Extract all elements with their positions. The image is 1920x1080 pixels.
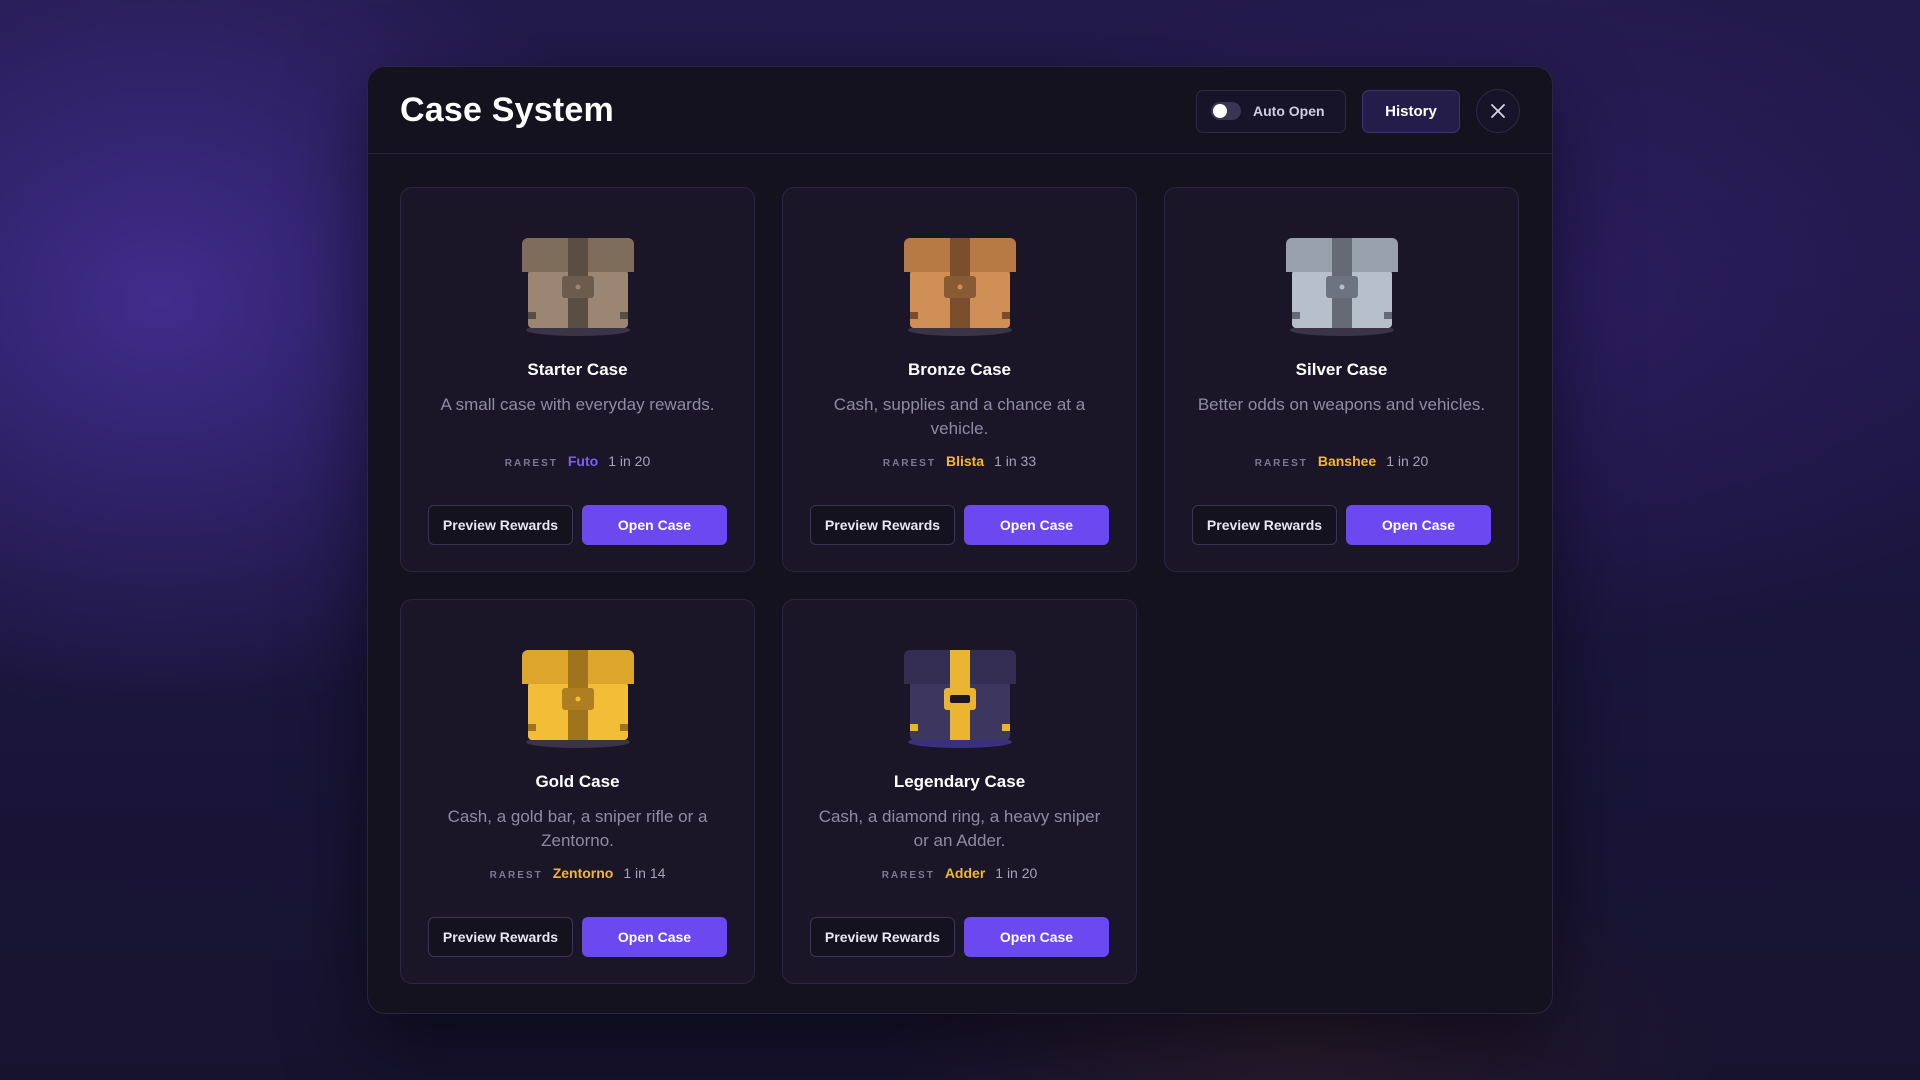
rarest-odds: 1 in 20	[995, 865, 1038, 881]
starter-chest-icon	[521, 238, 634, 336]
rarest-item: Banshee	[1317, 453, 1377, 469]
close-icon	[1491, 104, 1505, 118]
rarest-row: RAREST Zentorno 1 in 14	[490, 865, 666, 881]
auto-open-toggle[interactable]: Auto Open	[1196, 89, 1346, 133]
rarest-odds: 1 in 33	[994, 453, 1037, 469]
rarest-label: RAREST	[504, 458, 558, 469]
rarest-label: RAREST	[1254, 458, 1308, 469]
case-title: Gold Case	[535, 772, 620, 791]
open-case-button[interactable]: Open Case	[582, 917, 727, 957]
rarest-odds: 1 in 14	[623, 865, 666, 881]
legendary-chest-icon	[903, 650, 1016, 748]
close-button[interactable]	[1476, 89, 1520, 133]
open-case-button[interactable]: Open Case	[964, 505, 1109, 545]
case-title: Silver Case	[1295, 360, 1388, 379]
bronze-chest-icon	[903, 238, 1016, 336]
header-actions: Auto Open History	[1196, 89, 1520, 133]
rarest-row: RAREST Banshee 1 in 20	[1255, 453, 1429, 469]
auto-open-label: Auto Open	[1253, 103, 1325, 119]
rarest-item: Adder	[944, 865, 986, 881]
case-description: Better odds on weapons and vehicles.	[1197, 395, 1486, 414]
preview-rewards-button[interactable]: Preview Rewards	[428, 917, 573, 957]
page-title: Case System	[400, 90, 614, 129]
rarest-row: RAREST Futo 1 in 20	[505, 453, 651, 469]
case-title: Bronze Case	[908, 360, 1011, 379]
card-buttons: Preview Rewards Open Case	[810, 917, 1109, 957]
case-description: A small case with everyday rewards.	[440, 395, 715, 414]
toggle-switch[interactable]	[1211, 102, 1241, 120]
history-button[interactable]: History	[1362, 89, 1460, 133]
preview-rewards-button[interactable]: Preview Rewards	[1192, 505, 1337, 545]
card-buttons: Preview Rewards Open Case	[1192, 505, 1491, 545]
case-card-silver-case: Silver Case Better odds on weapons and v…	[1164, 187, 1519, 572]
rarest-odds: 1 in 20	[608, 453, 651, 469]
rarest-row: RAREST Blista 1 in 33	[883, 453, 1036, 469]
card-buttons: Preview Rewards Open Case	[810, 505, 1109, 545]
case-system-modal: Case System Auto Open History Starter Ca…	[367, 66, 1553, 1014]
rarest-odds: 1 in 20	[1386, 453, 1429, 469]
card-buttons: Preview Rewards Open Case	[428, 917, 727, 957]
rarest-label: RAREST	[882, 458, 936, 469]
case-card-starter-case: Starter Case A small case with everyday …	[400, 187, 755, 572]
rarest-item: Futo	[567, 453, 599, 469]
case-card-legendary-case: Legendary Case Cash, a diamond ring, a h…	[782, 599, 1137, 984]
case-description: Cash, a gold bar, a sniper rifle or a Ze…	[447, 807, 708, 850]
open-case-button[interactable]: Open Case	[964, 917, 1109, 957]
rarest-row: RAREST Adder 1 in 20	[882, 865, 1038, 881]
open-case-button[interactable]: Open Case	[1346, 505, 1491, 545]
rarest-label: RAREST	[489, 870, 543, 881]
case-title: Legendary Case	[893, 772, 1026, 791]
rarest-item: Zentorno	[552, 865, 614, 881]
case-card-bronze-case: Bronze Case Cash, supplies and a chance …	[782, 187, 1137, 572]
modal-header: Case System Auto Open History	[368, 67, 1552, 154]
rarest-item: Blista	[945, 453, 985, 469]
preview-rewards-button[interactable]: Preview Rewards	[810, 917, 955, 957]
case-description: Cash, supplies and a chance at a vehicle…	[833, 395, 1086, 438]
case-description: Cash, a diamond ring, a heavy sniper or …	[818, 807, 1101, 850]
gold-chest-icon	[521, 650, 634, 748]
preview-rewards-button[interactable]: Preview Rewards	[428, 505, 573, 545]
silver-chest-icon	[1285, 238, 1398, 336]
rarest-label: RAREST	[881, 870, 935, 881]
toggle-knob	[1213, 104, 1227, 118]
card-buttons: Preview Rewards Open Case	[428, 505, 727, 545]
case-title: Starter Case	[527, 360, 628, 379]
case-card-gold-case: Gold Case Cash, a gold bar, a sniper rif…	[400, 599, 755, 984]
case-grid: Starter Case A small case with everyday …	[400, 187, 1519, 984]
open-case-button[interactable]: Open Case	[582, 505, 727, 545]
preview-rewards-button[interactable]: Preview Rewards	[810, 505, 955, 545]
